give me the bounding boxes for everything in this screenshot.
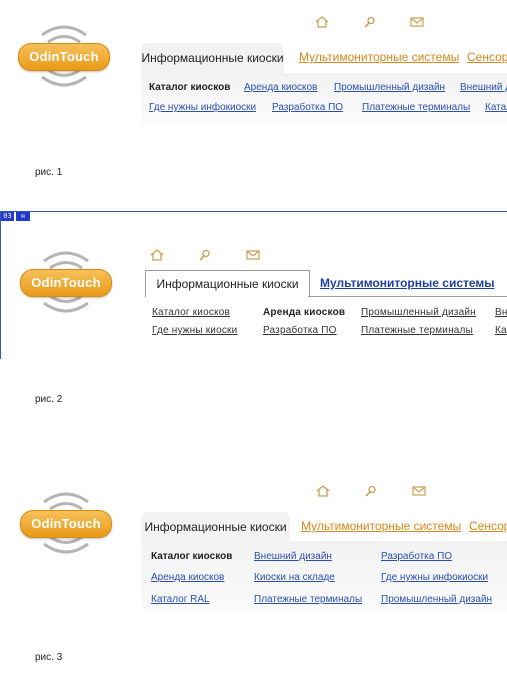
subnav-payment-terminals[interactable]: Платежные терминалы	[361, 325, 473, 336]
subnav-rent[interactable]: Аренда киосков	[244, 82, 317, 93]
mail-icon[interactable]	[246, 249, 260, 261]
subnav-industrial-design[interactable]: Промышленный дизайн	[381, 594, 492, 605]
subnav-catalog-ral[interactable]: Катал	[485, 102, 507, 113]
home-icon[interactable]	[150, 249, 164, 261]
frame-top-border	[0, 211, 507, 212]
tab-multimonitor[interactable]: Мультимониторные системы	[299, 50, 459, 64]
tab-baseline	[308, 296, 507, 297]
tab-sensor[interactable]: Сенсор	[467, 50, 507, 64]
tab-info-kiosks-active[interactable]: Информационные киоски	[141, 512, 290, 542]
figure-caption: рис. 3	[35, 652, 63, 663]
subnav-payment-terminals[interactable]: Платежные терминалы	[362, 102, 470, 113]
mail-icon[interactable]	[412, 485, 426, 497]
tab-info-kiosks-active[interactable]: Информационные киоски	[141, 43, 284, 73]
subnav-exterior-design[interactable]: Вн	[495, 307, 507, 318]
logo[interactable]: OdinTouch	[18, 21, 118, 91]
logo-text: OdinTouch	[20, 269, 112, 297]
home-icon[interactable]	[316, 485, 330, 497]
subnav-rent-active[interactable]: Аренда киосков	[263, 307, 345, 318]
tab-sensor[interactable]: Сенсор	[469, 519, 507, 533]
subnav-software-dev[interactable]: Разработка ПО	[272, 102, 343, 113]
figure-caption: рис. 2	[35, 394, 63, 405]
home-icon[interactable]	[315, 16, 329, 28]
search-icon[interactable]	[364, 485, 378, 497]
subnav-catalog-ral[interactable]: Каталог RAL	[151, 594, 210, 605]
subnav-catalog-ral[interactable]: Ка	[495, 325, 507, 336]
subnav-where-needed[interactable]: Где нужны инфокиоски	[381, 572, 488, 583]
subnav-kiosks-in-stock[interactable]: Киоски на складе	[254, 572, 335, 583]
subnav-where-needed[interactable]: Где нужны инфокиоски	[149, 102, 256, 113]
logo-text: OdinTouch	[20, 510, 112, 538]
search-icon[interactable]	[363, 16, 377, 28]
subnav-industrial-design[interactable]: Промышленный дизайн	[334, 82, 445, 93]
subnav-software-dev[interactable]: Разработка ПО	[263, 325, 337, 336]
frame-mail-badge: ✉	[16, 212, 30, 221]
subnav-software-dev[interactable]: Разработка ПО	[381, 551, 452, 562]
tab-multimonitor[interactable]: Мультимониторные системы	[320, 276, 495, 290]
mail-icon[interactable]	[410, 16, 424, 28]
search-icon[interactable]	[198, 249, 212, 261]
subnav-panel	[141, 73, 507, 125]
subnav-where-needed[interactable]: Где нужны киоски	[152, 325, 237, 336]
subnav-exterior-design[interactable]: Внешний д	[460, 82, 507, 93]
subnav-catalog-active[interactable]: Каталог киосков	[149, 82, 230, 93]
tab-multimonitor[interactable]: Мультимониторные системы	[301, 519, 461, 533]
subnav-exterior-design[interactable]: Внешний дизайн	[254, 551, 332, 562]
tab-info-kiosks-active[interactable]: Информационные киоски	[145, 270, 310, 297]
logo[interactable]: OdinTouch	[20, 247, 120, 317]
frame-number-badge: 03	[1, 212, 14, 221]
figure-caption: рис. 1	[35, 167, 63, 178]
logo-text: OdinTouch	[18, 43, 110, 71]
subnav-rent[interactable]: Аренда киосков	[151, 572, 224, 583]
subnav-catalog[interactable]: Каталог киосков	[152, 307, 230, 318]
subnav-industrial-design[interactable]: Промышленный дизайн	[361, 307, 476, 318]
subnav-payment-terminals[interactable]: Платежные терминалы	[254, 594, 362, 605]
logo[interactable]: OdinTouch	[20, 488, 120, 558]
subnav-catalog-active[interactable]: Каталог киосков	[151, 551, 232, 562]
frame-left-border	[0, 211, 1, 359]
